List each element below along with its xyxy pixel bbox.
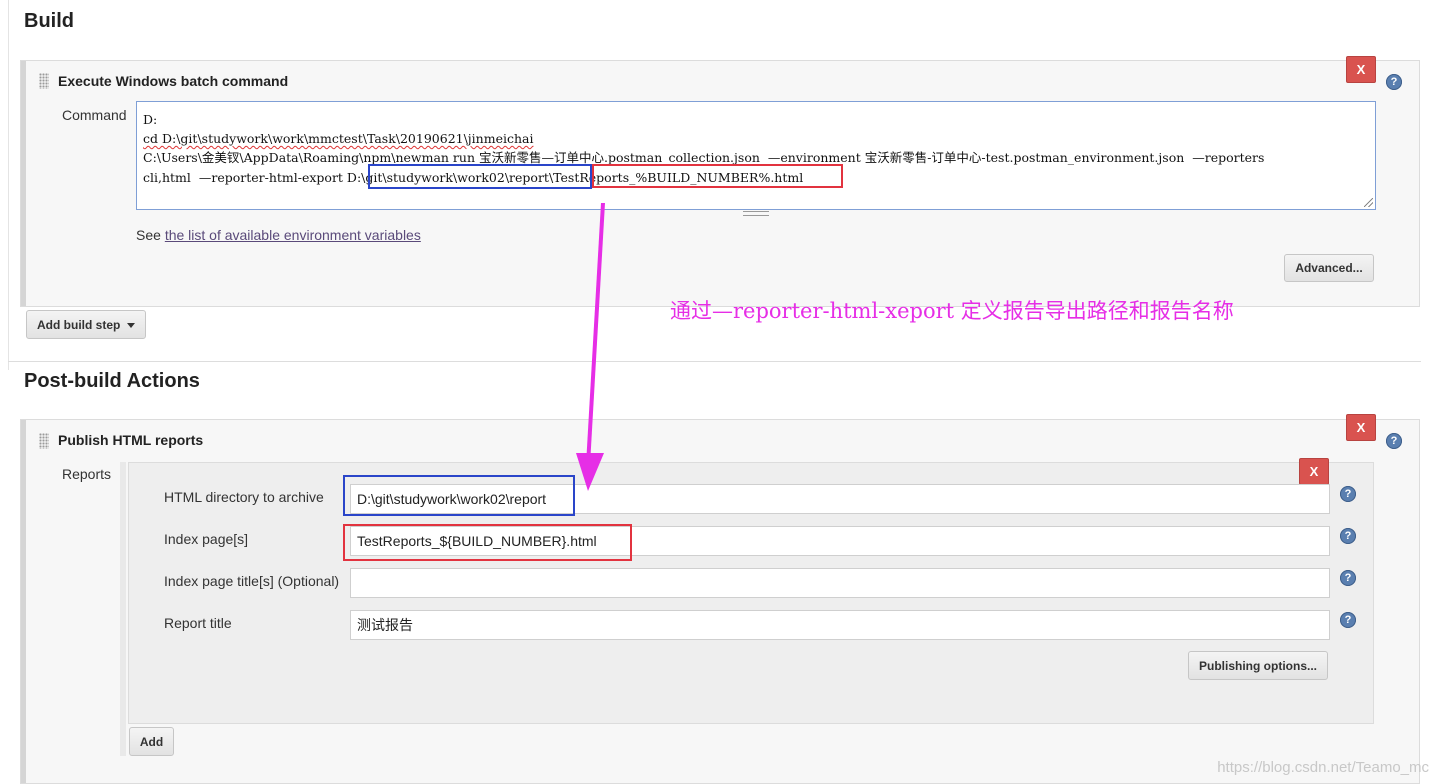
reports-label: Reports [62,466,112,482]
env-variables-hint: See the list of available environment va… [136,227,421,243]
html-directory-input[interactable]: D:\git\studywork\work02\report [350,484,1330,514]
help-icon[interactable]: ? [1340,612,1356,628]
env-hint-prefix: See [136,227,165,243]
command-line-2: cd D:\git\studywork\work\mmctest\Task\20… [143,131,534,147]
report-title-label: Report title [164,615,232,631]
watermark: https://blog.csdn.net/Teamo_mc [1217,759,1429,776]
panel-left-bar [21,61,26,306]
command-label: Command [62,107,127,123]
index-page-label: Index page[s] [164,531,249,547]
add-build-step-button[interactable]: Add build step [26,310,146,339]
textarea-grip-icon[interactable] [743,211,769,216]
resize-handle-icon[interactable] [1364,198,1373,207]
help-icon[interactable]: ? [1340,528,1356,544]
annotation-arrow-icon [576,203,605,491]
build-section-title: Build [24,10,74,32]
index-page-title-label: Index page title[s] (Optional) [164,573,340,589]
dropdown-caret-icon [127,323,135,328]
execute-batch-step-title: Execute Windows batch command [58,73,289,89]
command-textarea[interactable]: D: cd D:\git\studywork\work\mmctest\Task… [136,101,1376,210]
help-icon[interactable]: ? [1340,486,1356,502]
publishing-options-button[interactable]: Publishing options... [1188,651,1328,680]
env-variables-link[interactable]: the list of available environment variab… [165,227,421,243]
panel-left-bar [21,420,26,783]
delete-post-build-step-button[interactable]: X [1346,414,1376,441]
drag-handle-icon[interactable] [39,433,49,449]
left-guide-line [8,0,9,370]
reports-left-bar [120,462,126,756]
command-line-4: cli,html —reporter-html-export D:\git\st… [143,169,804,185]
annotation-text: 通过—reporter-html-xeport 定义报告导出路径和报告名称 [670,299,1234,323]
html-directory-label: HTML directory to archive [164,489,324,505]
report-title-input[interactable]: 测试报告 [350,610,1330,640]
advanced-button[interactable]: Advanced... [1284,254,1374,282]
help-icon[interactable]: ? [1340,570,1356,586]
command-line-1: D: [143,112,158,127]
help-icon[interactable]: ? [1386,433,1402,449]
section-divider [8,361,1421,362]
add-report-button[interactable]: Add [129,727,174,756]
help-icon[interactable]: ? [1386,74,1402,90]
index-page-title-input[interactable] [350,568,1330,598]
add-build-step-label: Add build step [37,317,121,332]
post-build-section-title: Post-build Actions [24,370,200,392]
drag-handle-icon[interactable] [39,73,49,89]
delete-build-step-button[interactable]: X [1346,56,1376,83]
command-line-3: C:\Users\金美钗\AppData\Roaming\npm\newman … [143,150,1265,166]
publish-html-step-title: Publish HTML reports [58,432,204,448]
delete-report-entry-button[interactable]: X [1299,458,1329,485]
index-page-input[interactable]: TestReports_${BUILD_NUMBER}.html [350,526,1330,556]
